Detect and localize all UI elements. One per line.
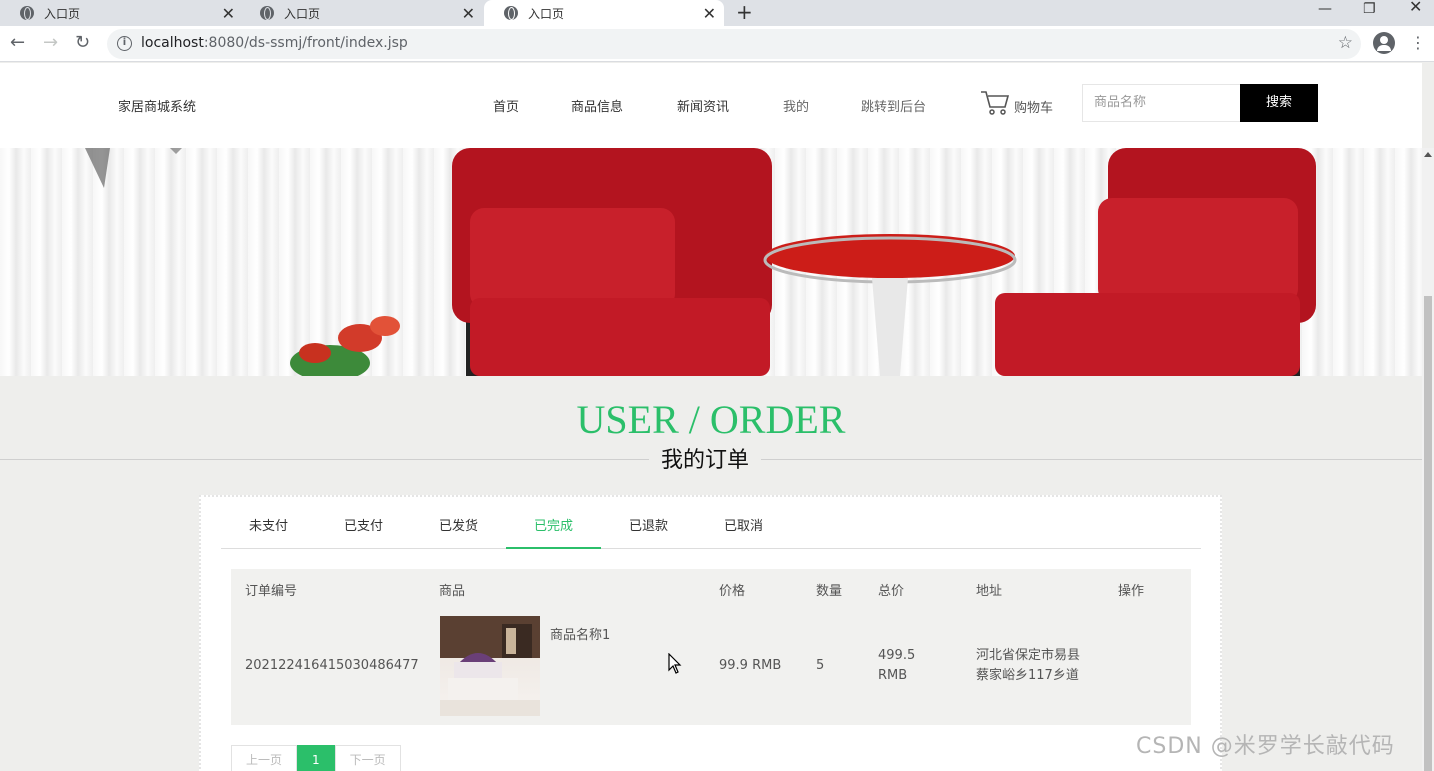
browser-tab-1[interactable]: 入口页 ✕ xyxy=(0,0,243,26)
header-address: 地址 xyxy=(976,584,1003,599)
banner-chairs-illustration xyxy=(85,148,1316,376)
search-input[interactable]: 商品名称 xyxy=(1082,84,1240,122)
address-line-1: 河北省保定市易县 xyxy=(976,648,1081,663)
header-order-no: 订单编号 xyxy=(245,584,298,599)
scroll-up-arrow-icon[interactable] xyxy=(1424,152,1432,157)
bookmark-star-icon[interactable]: ☆ xyxy=(1338,33,1353,53)
tab-unpaid[interactable]: 未支付 xyxy=(221,497,316,549)
current-page-button[interactable]: 1 xyxy=(297,745,335,771)
next-page-button[interactable]: 下一页 xyxy=(334,745,401,771)
browser-tab-2[interactable]: 入口页 ✕ xyxy=(240,0,483,26)
mouse-cursor-icon xyxy=(668,653,682,674)
browser-tab-3-active[interactable]: 入口页 ✕ xyxy=(484,0,724,26)
order-total-currency: RMB xyxy=(878,668,908,683)
forward-arrow-icon[interactable]: → xyxy=(43,33,58,53)
product-thumbnail[interactable] xyxy=(440,616,540,716)
browser-tab-title: 入口页 xyxy=(284,6,321,21)
nav-home[interactable]: 首页 xyxy=(493,96,519,115)
address-bar[interactable]: i localhost:8080/ds-ssmj/front/index.jsp… xyxy=(107,29,1361,59)
header-total: 总价 xyxy=(878,584,905,599)
header-action: 操作 xyxy=(1118,584,1145,599)
browser-tab-title: 入口页 xyxy=(528,6,565,21)
globe-icon xyxy=(20,6,34,20)
profile-avatar-icon[interactable] xyxy=(1373,32,1395,54)
browser-toolbar: ← → ↻ i localhost:8080/ds-ssmj/front/ind… xyxy=(0,26,1434,62)
prev-page-button[interactable]: 上一页 xyxy=(231,745,298,771)
menu-kebab-icon[interactable]: ⋮ xyxy=(1410,34,1426,52)
url-host: localhost xyxy=(141,35,204,51)
order-total-amount: 499.5 xyxy=(878,648,916,663)
window-close-icon[interactable]: ✕ xyxy=(1409,0,1422,15)
tab-completed[interactable]: 已完成 xyxy=(506,497,601,549)
product-quantity: 5 xyxy=(816,658,825,673)
minimize-icon[interactable]: — xyxy=(1318,2,1332,16)
info-icon[interactable]: i xyxy=(117,36,132,51)
url-path: :8080/ds-ssmj/front/index.jsp xyxy=(203,35,408,51)
globe-icon xyxy=(260,6,274,20)
search-button[interactable]: 搜索 xyxy=(1240,84,1318,122)
product-price: 99.9 RMB xyxy=(719,658,782,673)
back-arrow-icon[interactable]: ← xyxy=(10,33,25,53)
section-title-en: USER / ORDER xyxy=(576,397,846,442)
site-header: 家居商城系统 首页 商品信息 新闻资讯 我的 跳转到后台 购物车 商品名称 搜索 xyxy=(0,63,1422,148)
restore-icon[interactable]: ❐ xyxy=(1363,2,1376,16)
nav-mine[interactable]: 我的 xyxy=(783,96,809,115)
new-tab-icon[interactable]: + xyxy=(736,0,753,24)
pagination: 上一页 1 下一页 xyxy=(231,745,401,771)
cart-label: 购物车 xyxy=(1014,101,1054,116)
browser-tab-title: 入口页 xyxy=(44,6,81,21)
order-panel: 未支付 已支付 已发货 已完成 已退款 已取消 订单编号 商品 价格 数量 总价… xyxy=(199,495,1222,771)
nav-admin[interactable]: 跳转到后台 xyxy=(861,96,926,115)
close-tab-icon[interactable]: ✕ xyxy=(222,4,235,23)
nav-products[interactable]: 商品信息 xyxy=(571,96,623,115)
page-scrollbar[interactable] xyxy=(1422,148,1434,771)
tab-shipped[interactable]: 已发货 xyxy=(411,497,506,549)
header-quantity: 数量 xyxy=(816,584,843,599)
tab-refunded[interactable]: 已退款 xyxy=(601,497,696,549)
section-title-cn: 我的订单 xyxy=(649,446,762,476)
product-name[interactable]: 商品名称1 xyxy=(550,626,610,646)
watermark: CSDN @米罗学长敲代码 xyxy=(1136,734,1395,759)
shopping-cart-icon xyxy=(981,91,1010,115)
reload-icon[interactable]: ↻ xyxy=(75,33,90,53)
address-line-2: 蔡家峪乡117乡道 xyxy=(976,668,1079,683)
close-tab-icon[interactable]: ✕ xyxy=(462,4,475,23)
order-number: 202122416415030486477 xyxy=(245,658,419,673)
close-tab-icon[interactable]: ✕ xyxy=(703,4,716,23)
tab-paid[interactable]: 已支付 xyxy=(316,497,411,549)
tab-cancelled[interactable]: 已取消 xyxy=(696,497,791,549)
cart-link[interactable]: 购物车 xyxy=(980,90,1053,116)
url-text: localhost:8080/ds-ssmj/front/index.jsp xyxy=(141,35,408,51)
order-status-tabs: 未支付 已支付 已发货 已完成 已退款 已取消 xyxy=(221,497,1201,549)
header-product: 商品 xyxy=(439,584,466,599)
header-price: 价格 xyxy=(719,584,746,599)
browser-tab-bar: 入口页 ✕ 入口页 ✕ 入口页 ✕ + — ❐ ✕ xyxy=(0,0,1434,26)
scrollbar-thumb[interactable] xyxy=(1424,296,1432,771)
bed-image xyxy=(440,616,540,716)
site-brand[interactable]: 家居商城系统 xyxy=(118,96,196,115)
nav-news[interactable]: 新闻资讯 xyxy=(677,96,729,115)
order-table: 订单编号 商品 价格 数量 总价 地址 操作 20212241641503048… xyxy=(231,569,1191,725)
banner-image xyxy=(0,148,1422,376)
globe-icon xyxy=(504,6,518,20)
